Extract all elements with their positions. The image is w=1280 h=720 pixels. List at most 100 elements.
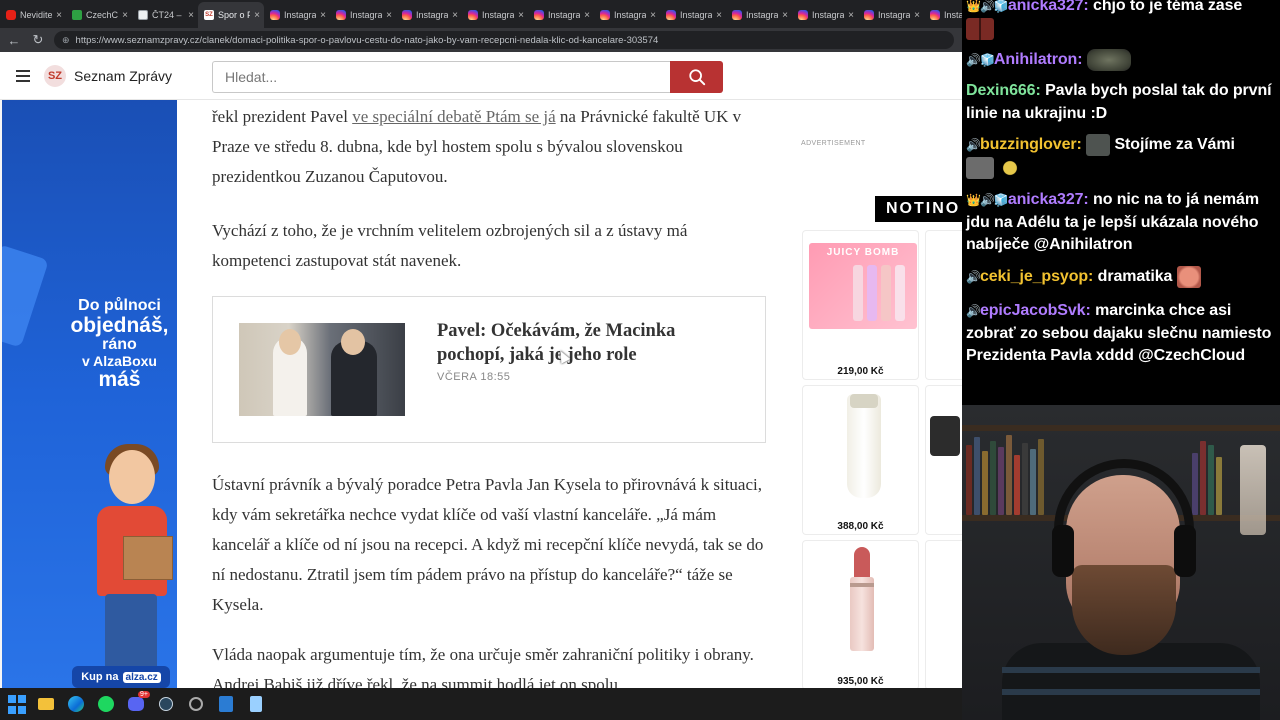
browser-tab[interactable]: Instagra× [924,2,962,28]
browser-tab[interactable]: Instagra× [660,2,726,28]
site-name[interactable]: Seznam Zprávy [74,68,172,84]
product-card-partial[interactable] [925,385,962,535]
close-tab-icon[interactable]: × [122,10,128,21]
back-icon[interactable]: ← [6,33,22,48]
web-page: SZ Seznam Zprávy Hledat... Do půlnoci ob… [0,52,962,688]
close-tab-icon[interactable]: × [650,10,656,21]
ad-line: v AlzaBoxu [82,353,157,370]
chat-message: 👑🔊🧊anicka327: chjo to je téma zase [966,0,1278,40]
search-input[interactable]: Hledat... [212,61,670,93]
ad-line: máš [98,367,141,391]
tab-title: Instagra [350,10,383,20]
browser-tab[interactable]: Instagra× [858,2,924,28]
browser-tab[interactable]: Instagra× [528,2,594,28]
close-tab-icon[interactable]: × [386,10,392,21]
ad-cta-button[interactable]: Kup na alza.cz [72,666,170,688]
search-button[interactable] [670,61,723,93]
related-article-image[interactable] [239,323,405,416]
browser-tab[interactable]: CzechCl × [66,2,132,28]
debate-link[interactable]: ve speciální debatě Ptám se já [352,107,555,126]
product-card[interactable]: JUICY BOMB 219,00 Kč [802,230,919,380]
chat-message: 👑🔊🧊anicka327: no nic na to já nemám jdu … [966,189,1278,257]
chat-badges: 🔊 [966,304,981,318]
ad-character-image [87,444,177,688]
browser-tab[interactable]: Instagra× [264,2,330,28]
tab-title: Instagra [482,10,515,20]
notino-advertisement[interactable]: ADVERTISEMENT NOTINO JUICY BOMB 219,00 K… [799,100,962,688]
site-header: SZ Seznam Zprávy Hledat... [0,52,962,100]
related-article-card[interactable]: Pavel: Očekávám, že Macinka pochopí, jak… [212,296,766,443]
chat-username: buzzinglover: [979,136,1082,154]
file-explorer-icon[interactable] [36,694,56,714]
paragraph-text: řekl prezident Pavel [212,107,353,126]
screen: Neviditel × CzechCl × ČT24 – × SZ Spor o P × Inst… [0,0,1280,720]
instagram-icon [336,10,346,20]
emote-icon [966,156,994,179]
browser-tab[interactable]: Instagra× [462,2,528,28]
instagram-icon [600,10,610,20]
hamburger-menu-icon[interactable] [16,69,30,82]
app-icon[interactable] [186,694,206,714]
word-icon[interactable] [216,694,236,714]
ad-decoration [2,244,49,348]
close-tab-icon[interactable]: × [716,10,722,21]
related-article-title[interactable]: Pavel: Očekávám, že Macinka pochopí, jak… [437,319,737,367]
browser-tab[interactable]: Instagra× [594,2,660,28]
browser-toolbar: ← ↻ ⊕ https://www.seznamzpravy.cz/clanek… [0,28,962,52]
browser-tab[interactable]: Neviditel × [0,2,66,28]
product-card-partial[interactable] [925,230,962,380]
headset-earcup [1174,525,1196,577]
browser-tab[interactable]: Instagra× [330,2,396,28]
article-paragraph: řekl prezident Pavel ve speciální debatě… [212,102,762,192]
chat-username: ceki_je_psyop: [979,268,1094,286]
product-card-partial[interactable] [925,540,962,688]
close-tab-icon[interactable]: × [56,10,62,21]
emote-icon [1176,266,1201,288]
browser-tab[interactable]: ČT24 – × [132,2,198,28]
windows-start-icon[interactable] [8,694,26,714]
ad-slogan: Do půlnoci objednáš, ráno v AlzaBoxu máš [62,297,177,391]
close-tab-icon[interactable]: × [188,10,194,21]
browser-tab[interactable]: Instagra× [396,2,462,28]
browser-tab[interactable]: SZ Spor o P × [198,2,264,28]
related-article-date: VČERA 18:55 [437,371,511,383]
instagram-icon [402,10,412,20]
spotify-icon[interactable] [96,694,116,714]
close-tab-icon[interactable]: × [848,10,854,21]
product-card[interactable]: 935,00 Kč [802,540,919,688]
instagram-icon [864,10,874,20]
youtube-icon [6,10,16,20]
notepad-icon[interactable] [246,694,266,714]
browser-tab[interactable]: Instagra× [726,2,792,28]
instagram-icon [534,10,544,20]
close-tab-icon[interactable]: × [320,10,326,21]
close-tab-icon[interactable]: × [782,10,788,21]
ad-line: Do půlnoci [78,297,161,314]
steam-icon[interactable] [156,694,176,714]
chat-badges: 🔊🧊 [966,53,995,68]
close-tab-icon[interactable]: × [914,10,920,21]
address-bar[interactable]: ⊕ https://www.seznamzpravy.cz/clanek/dom… [54,31,954,49]
edge-browser-icon[interactable] [66,694,86,714]
chat-username: epicJacobSvk: [979,302,1091,319]
tab-title: Instagra [812,10,845,20]
close-tab-icon[interactable]: × [584,10,590,21]
notino-logo[interactable]: NOTINO [875,196,962,222]
tab-title: Instagra [680,10,713,20]
reload-icon[interactable]: ↻ [30,32,46,48]
product-card[interactable]: 388,00 Kč [802,385,919,535]
close-tab-icon[interactable]: × [452,10,458,21]
chat-username: anicka327: [1007,0,1089,14]
browser-tab[interactable]: Instagra× [792,2,858,28]
site-info-icon[interactable]: ⊕ [62,35,70,46]
chat-message: 🔊ceki_je_psyop: dramatika [966,266,1278,289]
chat-message: Dexin666: Pavla bych poslal tak do první… [966,80,1278,125]
close-tab-icon[interactable]: × [254,10,260,21]
alza-advertisement[interactable]: Do půlnoci objednáš, ráno v AlzaBoxu máš… [2,100,177,688]
czechcloud-icon [72,10,82,20]
product-price: 388,00 Kč [837,521,884,532]
seznam-logo-icon[interactable]: SZ [44,64,66,87]
close-tab-icon[interactable]: × [518,10,524,21]
ct24-icon [138,10,148,20]
discord-icon[interactable]: 9+ [126,691,150,714]
